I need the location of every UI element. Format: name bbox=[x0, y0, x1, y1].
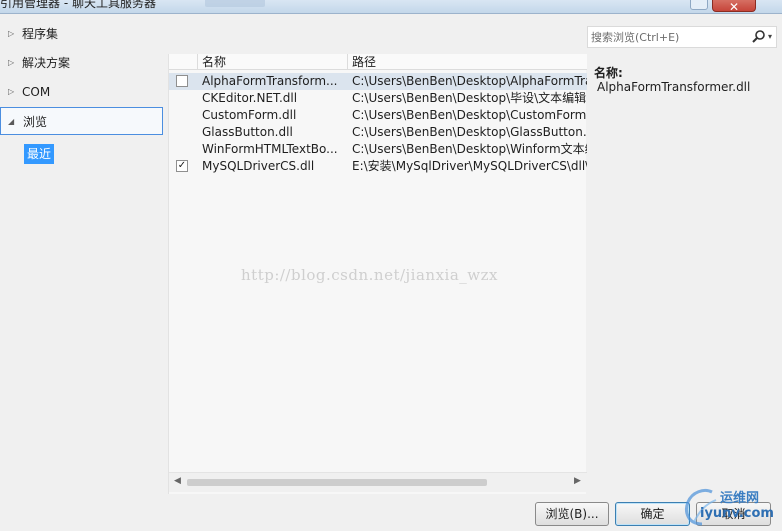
nav-item-assemblies[interactable]: ▷ 程序集 bbox=[0, 20, 163, 48]
row-name: WinFormHTMLTextBo... bbox=[202, 142, 338, 156]
row-path: C:\Users\BenBen\Desktop\AlphaFormTra... bbox=[352, 74, 587, 88]
row-name: MySQLDriverCS.dll bbox=[202, 159, 315, 173]
checkbox[interactable]: ✓ bbox=[176, 160, 188, 172]
list-row[interactable]: CKEditor.NET.dll C:\Users\BenBen\Desktop… bbox=[169, 90, 587, 107]
list-column-header: 名称 路径 bbox=[169, 54, 587, 70]
reference-list: 名称 路径 AlphaFormTransform... C:\Users\Ben… bbox=[168, 54, 587, 494]
list-row[interactable]: ✓ MySQLDriverCS.dll E:\安装\MySqlDriver\My… bbox=[169, 158, 587, 175]
list-row[interactable]: CustomForm.dll C:\Users\BenBen\Desktop\C… bbox=[169, 107, 587, 124]
row-path: C:\Users\BenBen\Desktop\GlassButton.d... bbox=[352, 125, 587, 139]
ok-button[interactable]: 确定 bbox=[615, 502, 690, 526]
watermark: http://blog.csdn.net/jianxia_wzx bbox=[241, 266, 498, 284]
row-path: C:\Users\BenBen\Desktop\Winform文本编... bbox=[352, 142, 587, 156]
browse-button[interactable]: 浏览(B)... bbox=[535, 502, 609, 526]
search-box[interactable]: ▾ bbox=[587, 26, 777, 48]
logo-text-top: 运维网 bbox=[720, 491, 760, 506]
logo-text-bottom: iyunv.com bbox=[700, 506, 774, 521]
column-header-name[interactable]: 名称 bbox=[197, 54, 347, 70]
horizontal-scrollbar[interactable]: ◀ ▶ bbox=[169, 472, 587, 492]
row-path: C:\Users\BenBen\Desktop\毕设\文本编辑... bbox=[352, 91, 587, 105]
detail-name-value: AlphaFormTransformer.dll bbox=[597, 80, 751, 94]
expand-arrow-icon[interactable]: ▷ bbox=[8, 78, 14, 106]
expand-arrow-icon[interactable]: ▷ bbox=[8, 20, 14, 48]
title-bar-ghost bbox=[205, 0, 265, 7]
detail-name-label: 名称: bbox=[594, 66, 623, 80]
scroll-right-icon[interactable]: ▶ bbox=[574, 476, 581, 486]
search-input[interactable] bbox=[591, 29, 743, 45]
column-header-path[interactable]: 路径 bbox=[347, 54, 587, 70]
nav-item-com[interactable]: ▷ COM bbox=[0, 78, 163, 106]
window-title: 引用管理器 - 聊天工具服务器 bbox=[0, 0, 156, 10]
scroll-left-icon[interactable]: ◀ bbox=[174, 476, 181, 486]
close-button[interactable]: ✕ bbox=[712, 0, 756, 13]
row-path: E:\安装\MySqlDriver\MySQLDriverCS\dll\... bbox=[352, 159, 587, 173]
collapse-arrow-icon[interactable]: ◢ bbox=[8, 108, 14, 136]
nav-item-label: 解决方案 bbox=[22, 56, 71, 70]
checkbox[interactable] bbox=[176, 75, 188, 87]
row-name: GlassButton.dll bbox=[202, 125, 293, 139]
nav-sub-item-recent[interactable]: 最近 bbox=[24, 144, 55, 164]
nav-item-browse[interactable]: ◢ 浏览 bbox=[0, 107, 163, 135]
search-icon[interactable] bbox=[750, 29, 768, 45]
title-bar: 引用管理器 - 聊天工具服务器 ✕ bbox=[0, 0, 782, 14]
list-row[interactable]: WinFormHTMLTextBo... C:\Users\BenBen\Des… bbox=[169, 141, 587, 158]
row-name: CKEditor.NET.dll bbox=[202, 91, 298, 105]
nav-item-label: 浏览 bbox=[23, 115, 48, 129]
site-logo: 运维网 iyunv.com bbox=[680, 484, 780, 528]
list-row[interactable]: GlassButton.dll C:\Users\BenBen\Desktop\… bbox=[169, 124, 587, 141]
row-name: AlphaFormTransform... bbox=[202, 74, 338, 88]
help-button[interactable] bbox=[690, 0, 708, 10]
row-name: CustomForm.dll bbox=[202, 108, 297, 122]
category-nav: ▷ 程序集 ▷ 解决方案 ▷ COM ◢ 浏览 最近 bbox=[0, 14, 168, 494]
nav-item-label: 程序集 bbox=[22, 27, 59, 41]
scrollbar-thumb[interactable] bbox=[187, 479, 487, 486]
chevron-down-icon[interactable]: ▾ bbox=[768, 29, 772, 45]
nav-item-solution[interactable]: ▷ 解决方案 bbox=[0, 49, 163, 77]
row-path: C:\Users\BenBen\Desktop\CustomForm.... bbox=[352, 108, 587, 122]
expand-arrow-icon[interactable]: ▷ bbox=[8, 49, 14, 77]
list-row[interactable]: AlphaFormTransform... C:\Users\BenBen\De… bbox=[169, 73, 587, 90]
nav-item-label: COM bbox=[22, 85, 51, 99]
